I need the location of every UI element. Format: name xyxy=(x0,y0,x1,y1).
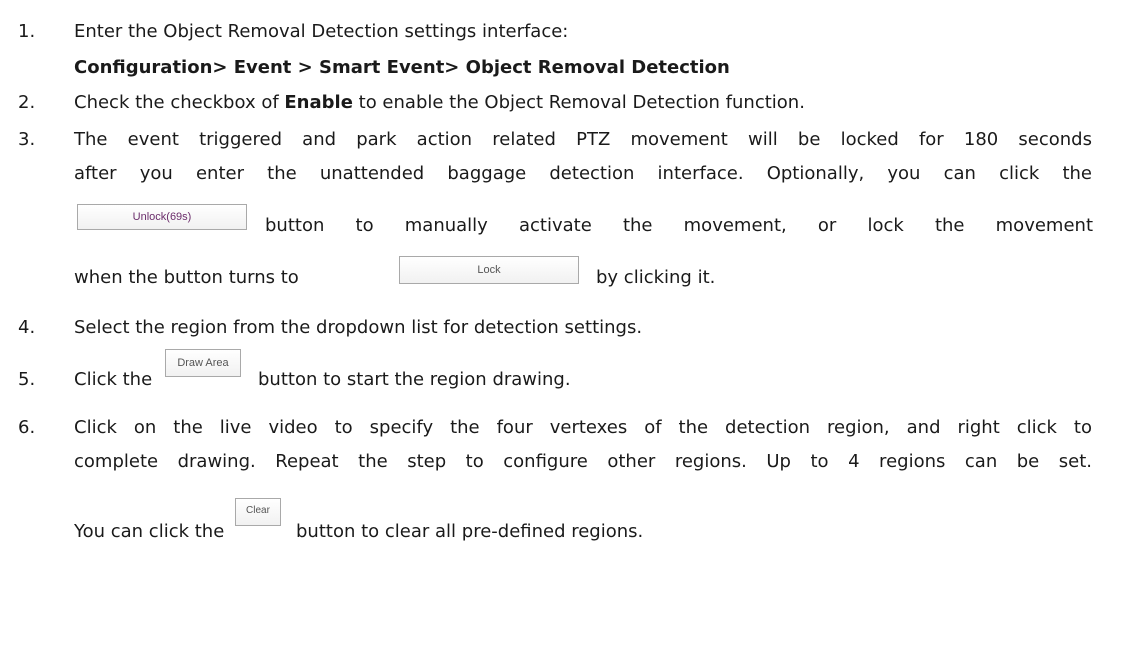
step-3-line-4-post: by clicking it. xyxy=(596,267,716,288)
unlock-button-label: Unlock(69s) xyxy=(132,211,192,223)
step-5-post: button to start the region drawing. xyxy=(258,369,571,390)
step-4-text: Select the region from the dropdown list… xyxy=(74,317,643,338)
enable-term: Enable xyxy=(284,92,353,113)
draw-area-button-label: Draw Area xyxy=(177,357,229,369)
step-1-number: 1. xyxy=(18,21,36,42)
step-6-number: 6. xyxy=(18,417,36,438)
step-3-number: 3. xyxy=(18,129,36,150)
step-3-line-4-pre: when the button turns to xyxy=(74,267,299,288)
document-page: 1. Enter the Object Removal Detection se… xyxy=(0,0,1128,652)
step-3-line-3: button to manually activate the movement… xyxy=(265,215,1093,236)
step-2-post: to enable the Object Removal Detection f… xyxy=(352,92,805,113)
step-6-line-3-post: button to clear all pre-defined regions. xyxy=(296,521,644,542)
step-2-text: Check the checkbox of Enable to enable t… xyxy=(74,91,805,115)
step-2-pre: Check the checkbox of xyxy=(74,92,285,113)
step-6-line-3-pre: You can click the xyxy=(74,521,225,542)
configuration-path: Configuration> Event > Smart Event> Obje… xyxy=(74,57,730,78)
step-2-number: 2. xyxy=(18,92,36,113)
step-3-line-1: The event triggered and park action rela… xyxy=(74,129,1092,150)
clear-button-image: Clear xyxy=(235,498,281,526)
draw-area-button-image: Draw Area xyxy=(165,349,241,377)
lock-button-image: Lock xyxy=(399,256,579,284)
step-3-line-2: after you enter the unattended baggage d… xyxy=(74,163,1092,184)
clear-button-label: Clear xyxy=(246,505,270,516)
step-6-line-2: complete drawing. Repeat the step to con… xyxy=(74,451,1092,472)
unlock-button-image: Unlock(69s) xyxy=(77,204,247,230)
step-1-text: Enter the Object Removal Detection setti… xyxy=(74,21,569,42)
step-4-number: 4. xyxy=(18,317,36,338)
lock-button-label: Lock xyxy=(477,264,501,276)
step-5-number: 5. xyxy=(18,369,36,390)
step-6-line-1: Click on the live video to specify the f… xyxy=(74,417,1092,438)
step-5-pre: Click the xyxy=(74,369,153,390)
